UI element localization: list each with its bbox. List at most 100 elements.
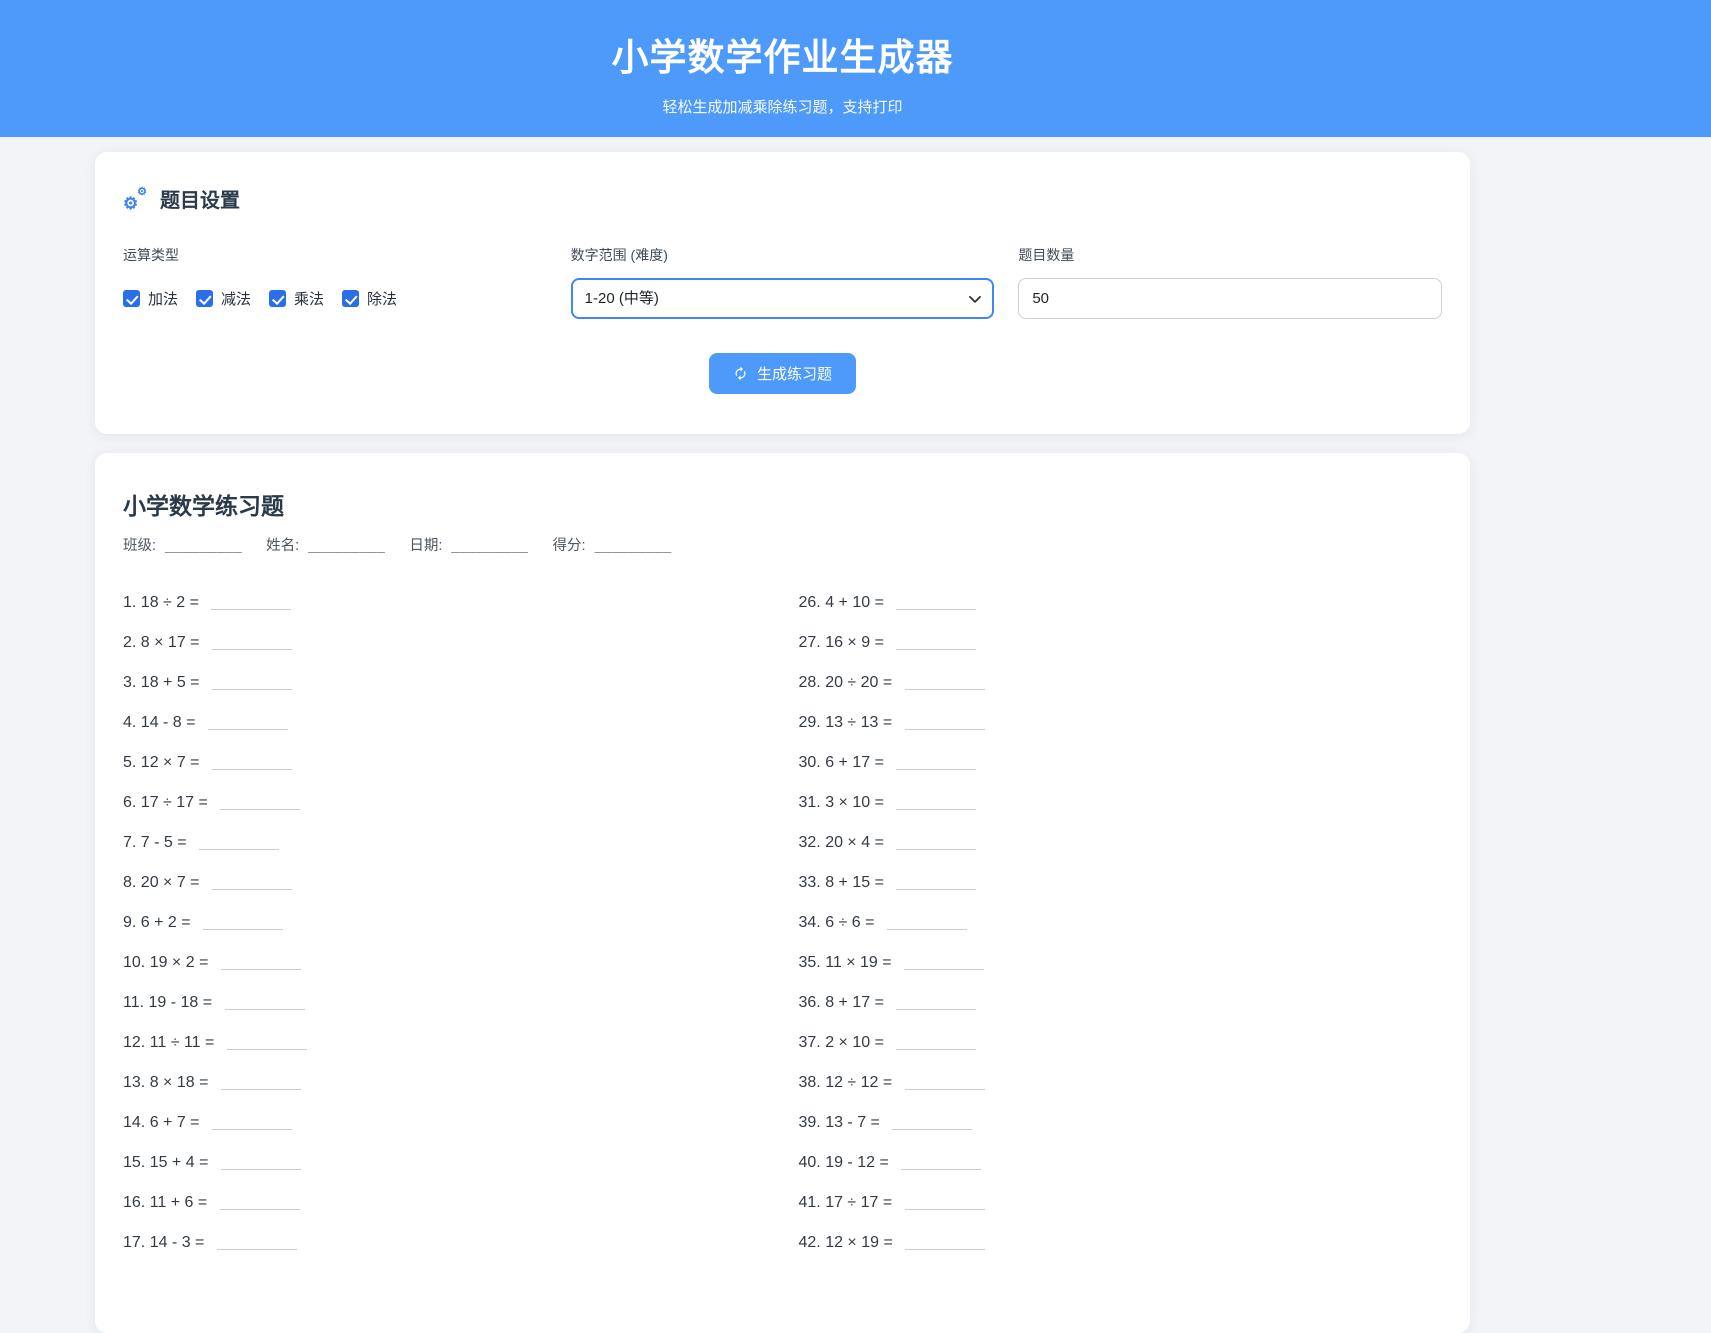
worksheet-card: 小学数学练习题 班级: _________ 姓名: _________ 日期: … [95,453,1470,1333]
operation-checkbox[interactable]: 乘法 [269,288,324,309]
problem-expression: 40. 19 - 12 = [799,1154,889,1171]
problem-expression: 5. 12 × 7 = [123,754,200,771]
operation-type-group: 运算类型 加法 减法 [123,245,547,319]
problem-item: 29. 13 ÷ 13 = [799,713,1443,732]
problem-item: 11. 19 - 18 = [123,993,767,1012]
difficulty-select[interactable]: 1-20 (中等) [571,278,995,319]
answer-blank [212,1118,292,1130]
problem-expression: 42. 12 × 19 = [799,1234,893,1251]
checkbox-checked-icon[interactable] [123,290,140,307]
answer-blank [203,918,283,930]
problem-expression: 35. 11 × 19 = [799,954,892,971]
answer-blank [887,918,967,930]
gears-icon: ⚙⚙ [123,188,150,210]
answer-blank [896,878,976,890]
operation-checkbox[interactable]: 除法 [342,288,397,309]
problem-expression: 8. 20 × 7 = [123,874,200,891]
problem-expression: 31. 3 × 10 = [799,794,884,811]
problem-expression: 11. 19 - 18 = [123,994,212,1011]
settings-form-row: 运算类型 加法 减法 [123,245,1442,319]
answer-blank [221,958,301,970]
answer-blank [896,758,976,770]
worksheet-title: 小学数学练习题 [123,487,1442,521]
answer-blank [905,1078,985,1090]
problem-item: 7. 7 - 5 = [123,833,767,852]
operation-checkbox[interactable]: 加法 [123,288,178,309]
problem-item: 31. 3 × 10 = [799,793,1443,812]
problem-item: 30. 6 + 17 = [799,753,1443,772]
problem-expression: 10. 19 × 2 = [123,954,208,971]
app-title: 小学数学作业生成器 [95,27,1470,81]
problem-expression: 37. 2 × 10 = [799,1034,884,1051]
count-group: 题目数量 [1018,245,1442,319]
problem-expression: 2. 8 × 17 = [123,634,200,651]
settings-card: ⚙⚙ 题目设置 运算类型 加法 减法 [95,152,1470,434]
problems-right-column: 26. 4 + 10 = 27. 16 × 9 = 28. 20 ÷ 20 = [799,593,1443,1273]
meta-field-blank: _________ [308,538,385,554]
problem-item: 13. 8 × 18 = [123,1073,767,1092]
problem-item: 39. 13 - 7 = [799,1113,1443,1132]
operation-checkbox-label: 加法 [148,288,178,309]
problem-expression: 4. 14 - 8 = [123,714,196,731]
meta-field-blank: _________ [595,538,672,554]
problem-item: 16. 11 + 6 = [123,1193,767,1212]
meta-field-blank: _________ [451,538,528,554]
problem-item: 40. 19 - 12 = [799,1153,1443,1172]
answer-blank [227,1038,307,1050]
checkbox-checked-icon[interactable] [196,290,213,307]
problem-expression: 36. 8 + 17 = [799,994,884,1011]
answer-blank [904,958,984,970]
answer-blank [905,678,985,690]
problem-item: 6. 17 ÷ 17 = [123,793,767,812]
problem-expression: 3. 18 + 5 = [123,674,200,691]
problem-item: 36. 8 + 17 = [799,993,1443,1012]
answer-blank [896,638,976,650]
problem-item: 38. 12 ÷ 12 = [799,1073,1443,1092]
problem-item: 41. 17 ÷ 17 = [799,1193,1443,1212]
problem-expression: 14. 6 + 7 = [123,1114,200,1131]
app-subtitle: 轻松生成加减乘除练习题，支持打印 [95,96,1470,117]
problem-expression: 1. 18 ÷ 2 = [123,594,199,611]
problem-item: 35. 11 × 19 = [799,953,1443,972]
problem-item: 32. 20 × 4 = [799,833,1443,852]
operation-checkbox[interactable]: 减法 [196,288,251,309]
meta-field-label: 得分: [553,538,586,554]
app-header: 小学数学作业生成器 轻松生成加减乘除练习题，支持打印 [0,0,1711,137]
problem-item: 3. 18 + 5 = [123,673,767,692]
problem-expression: 7. 7 - 5 = [123,834,187,851]
meta-field-label: 日期: [409,538,442,554]
checkbox-checked-icon[interactable] [342,290,359,307]
answer-blank [892,1118,972,1130]
problem-expression: 32. 20 × 4 = [799,834,884,851]
question-count-input[interactable] [1018,278,1442,319]
operation-checkbox-row: 加法 减法 乘法 [123,278,547,319]
problem-expression: 28. 20 ÷ 20 = [799,674,893,691]
problem-item: 42. 12 × 19 = [799,1233,1443,1252]
settings-card-title: ⚙⚙ 题目设置 [123,184,1442,213]
answer-blank [225,998,305,1010]
range-group: 数字范围 (难度) 1-20 (中等) [571,245,995,319]
problem-expression: 29. 13 ÷ 13 = [799,714,893,731]
problem-expression: 9. 6 + 2 = [123,914,191,931]
answer-blank [896,1038,976,1050]
meta-field: 班级: _________ [123,538,246,554]
difficulty-select-wrap: 1-20 (中等) [571,278,995,319]
operation-type-label: 运算类型 [123,245,547,265]
answer-blank [896,838,976,850]
count-label: 题目数量 [1018,245,1442,265]
operation-checkbox-label: 除法 [367,288,397,309]
answer-blank [905,1238,985,1250]
answer-blank [199,838,279,850]
problem-item: 34. 6 ÷ 6 = [799,913,1443,932]
checkbox-checked-icon[interactable] [269,290,286,307]
problem-expression: 41. 17 ÷ 17 = [799,1194,893,1211]
problem-item: 5. 12 × 7 = [123,753,767,772]
answer-blank [905,718,985,730]
answer-blank [212,878,292,890]
generate-button[interactable]: 生成练习题 [709,353,856,394]
operation-checkbox-label: 乘法 [294,288,324,309]
problem-item: 17. 14 - 3 = [123,1233,767,1252]
answer-blank [896,998,976,1010]
answer-blank [905,1198,985,1210]
problem-expression: 30. 6 + 17 = [799,754,884,771]
